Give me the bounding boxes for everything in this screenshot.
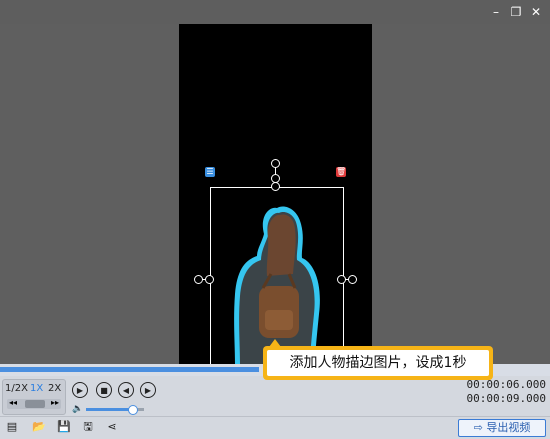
rewind-icon: ◂◂ — [9, 398, 18, 407]
next-frame-icon[interactable]: ▶ — [140, 382, 156, 398]
tooltip: 添加人物描边图片，设成1秒 — [263, 339, 493, 380]
right-outer-handle[interactable] — [348, 275, 357, 284]
open-folder-icon[interactable]: 📂 — [32, 421, 46, 433]
bottom-toolbar: ▤ 📂 💾 🖫 ⋖ ⇨ 导出视频 — [0, 416, 550, 439]
volume-thumb[interactable] — [128, 405, 139, 415]
title-bar: – ❐ ✕ — [0, 0, 550, 24]
play-icon[interactable]: ▶ — [72, 382, 88, 398]
left-outer-handle[interactable] — [194, 275, 203, 284]
stop-icon[interactable]: ■ — [96, 382, 112, 398]
tooltip-text: 添加人物描边图片，设成1秒 — [267, 350, 489, 376]
top-edge-handle[interactable] — [271, 182, 280, 191]
export-label: 导出视频 — [486, 421, 531, 434]
playback-controls: 1/2X 1X 2X ◂◂ ▸▸ ▶ ■ ◀ ▶ 🔈 00:00:06.000 … — [0, 376, 550, 416]
layer-menu-icon[interactable]: ☰ — [205, 167, 215, 177]
speed-selector: 1/2X 1X 2X ◂◂ ▸▸ — [2, 379, 66, 415]
export-icon: ⇨ — [473, 421, 487, 434]
adjust-icon[interactable]: ▤ — [6, 421, 18, 433]
tooltip-arrow — [269, 339, 281, 347]
speed-slider[interactable]: ◂◂ ▸▸ — [7, 398, 61, 409]
speed-half[interactable]: 1/2X — [5, 383, 28, 394]
restore-icon[interactable]: ❐ — [508, 4, 524, 20]
total-time: 00:00:09.000 — [466, 392, 546, 405]
forward-icon: ▸▸ — [50, 398, 59, 407]
left-edge-handle[interactable] — [205, 275, 214, 284]
volume-icon[interactable]: 🔈 — [72, 404, 83, 414]
delete-icon[interactable]: 🗑 — [336, 167, 346, 177]
rotate-handle[interactable] — [271, 159, 280, 168]
speed-thumb[interactable] — [25, 400, 45, 408]
prev-frame-icon[interactable]: ◀ — [118, 382, 134, 398]
close-icon[interactable]: ✕ — [528, 4, 544, 20]
progress-fill — [0, 367, 259, 372]
speed-2x[interactable]: 2X — [48, 383, 61, 394]
preview-area: ☰ 🗑 — [0, 24, 550, 399]
share-icon[interactable]: ⋖ — [106, 421, 118, 433]
right-edge-handle[interactable] — [337, 275, 346, 284]
volume-slider[interactable] — [86, 405, 144, 415]
minimize-icon[interactable]: – — [488, 4, 504, 20]
save-icon[interactable]: 💾 — [57, 421, 71, 433]
volume-fill — [86, 408, 133, 411]
export-video-button[interactable]: ⇨ 导出视频 — [458, 419, 546, 437]
save-as-icon[interactable]: 🖫 — [82, 421, 94, 433]
speed-1x[interactable]: 1X — [30, 383, 43, 394]
